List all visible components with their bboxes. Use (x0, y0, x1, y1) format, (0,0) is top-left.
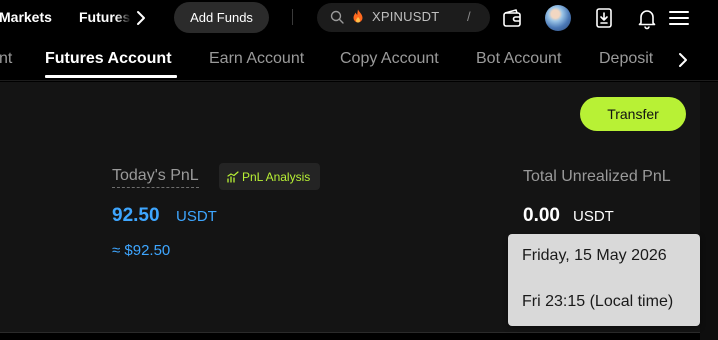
nav-futures-link[interactable]: Futures (79, 9, 131, 25)
date-tooltip: Friday, 15 May 2026 Fri 23:15 (Local tim… (508, 234, 700, 326)
todays-pnl-value: 92.50 (112, 205, 160, 226)
chart-trend-icon (227, 170, 239, 183)
pnl-analysis-button[interactable]: PnL Analysis (219, 163, 320, 190)
add-funds-button[interactable]: Add Funds (174, 2, 269, 33)
tooltip-date: Friday, 15 May 2026 (522, 247, 667, 264)
chevron-right-icon (679, 53, 687, 67)
bell-icon[interactable] (635, 6, 659, 30)
tab-deposit[interactable]: Deposit (599, 50, 653, 68)
todays-pnl-label[interactable]: Today's PnL (112, 167, 199, 188)
active-tab-indicator (45, 75, 177, 78)
tooltip-local-time: Fri 23:15 (Local time) (522, 293, 674, 310)
search-icon (330, 10, 344, 24)
transfer-button[interactable]: Transfer (580, 97, 686, 131)
todays-pnl-fiat-approx: ≈ $92.50 (112, 242, 171, 259)
tab-previous-partial[interactable]: nt (0, 50, 12, 68)
tab-copy-account[interactable]: Copy Account (340, 50, 439, 68)
panel-divider (0, 332, 700, 333)
download-icon[interactable] (592, 6, 616, 30)
unrealized-pnl-unit: USDT (573, 208, 614, 225)
search-input[interactable]: XPINUSDT / (317, 3, 490, 32)
pnl-analysis-label: PnL Analysis (242, 169, 311, 184)
tab-futures-account[interactable]: Futures Account (45, 50, 172, 68)
todays-pnl-unit: USDT (176, 208, 217, 225)
search-value: XPINUSDT (372, 9, 440, 24)
top-navigation: Markets Futures Add Funds XPINUSDT / (0, 0, 718, 37)
nav-markets-link[interactable]: Markets (0, 9, 52, 25)
account-tabs: nt Futures Account Earn Account Copy Acc… (0, 37, 718, 81)
search-shortcut-hint: / (467, 9, 471, 24)
nav-divider (292, 9, 293, 25)
unrealized-pnl-label: Total Unrealized PnL (523, 168, 671, 185)
tab-bot-account[interactable]: Bot Account (476, 50, 561, 68)
chevron-right-icon[interactable] (134, 9, 148, 27)
page-scrollbar[interactable] (700, 82, 718, 340)
fire-icon (353, 9, 363, 23)
menu-icon[interactable] (667, 6, 691, 30)
wallet-icon[interactable] (500, 6, 524, 30)
unrealized-pnl-value: 0.00 (523, 205, 560, 226)
tab-earn-account[interactable]: Earn Account (209, 50, 304, 68)
tab-scroll-next-button[interactable] (671, 47, 718, 75)
avatar[interactable] (545, 5, 571, 31)
